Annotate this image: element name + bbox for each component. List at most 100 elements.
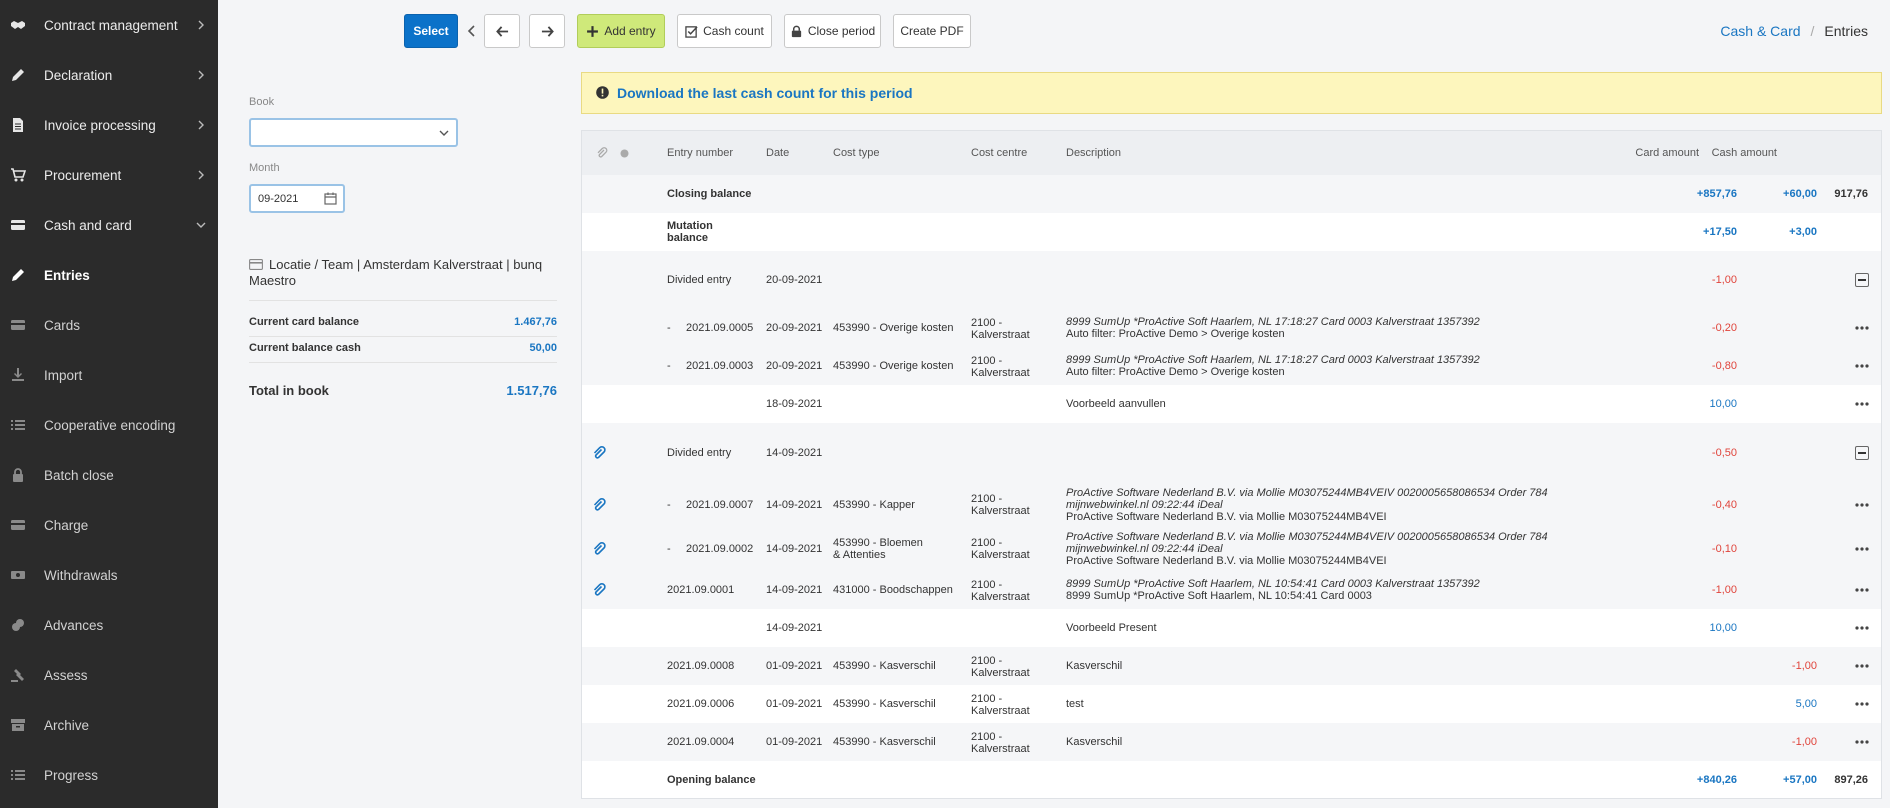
more-options-icon[interactable] (1855, 664, 1869, 668)
column-cost-centre[interactable]: Cost centre (971, 147, 1027, 159)
book-select[interactable] (249, 118, 458, 147)
list-icon (10, 767, 26, 783)
mutation-balance-row: Mutation balance +17,50 +3,00 (667, 220, 1817, 244)
sidebar-item-invoice-processing[interactable]: Invoice processing (0, 100, 218, 150)
location-name: Locatie / Team | Amsterdam Kalverstraat … (249, 257, 543, 288)
table-row[interactable]: - 2021.09.0005 20-09-2021 453990 - Overi… (582, 309, 1881, 347)
sidebar-item-procurement[interactable]: Procurement (0, 150, 218, 200)
archive-icon (10, 717, 26, 733)
paperclip-icon[interactable] (592, 542, 606, 556)
table-row[interactable]: 14-09-2021 Voorbeeld Present 10,00 (582, 609, 1881, 647)
table-row[interactable]: Divided entry 20-09-2021 -1,00 (582, 251, 1881, 309)
column-description[interactable]: Description (1066, 147, 1121, 159)
close-period-button[interactable]: Close period (784, 14, 881, 48)
collapse-icon[interactable] (1855, 273, 1869, 287)
gavel-icon (10, 667, 26, 683)
card-icon (10, 517, 26, 533)
sidebar-item-withdrawals[interactable]: Withdrawals (0, 550, 218, 600)
handshake-icon (10, 17, 26, 33)
download-cash-count-link[interactable]: Download the last cash count for this pe… (617, 85, 913, 101)
sidebar-item-advances[interactable]: Advances (0, 600, 218, 650)
add-entry-button[interactable]: Add entry (577, 14, 665, 48)
more-options-icon[interactable] (1855, 547, 1869, 551)
sidebar: Contract management Declaration Invoice … (0, 0, 218, 808)
more-options-icon[interactable] (1855, 402, 1869, 406)
table-header: Entry number Date Cost type Cost centre … (582, 131, 1881, 175)
breadcrumb-current: Entries (1824, 23, 1868, 39)
more-options-icon[interactable] (1855, 503, 1869, 507)
next-period-button[interactable] (529, 14, 565, 48)
column-entry-number[interactable]: Entry number (667, 147, 733, 159)
divider (249, 362, 557, 363)
calendar-icon[interactable] (324, 192, 337, 205)
select-button[interactable]: Select (404, 14, 458, 48)
divider (249, 300, 557, 301)
status-dot-icon (620, 149, 629, 158)
column-date[interactable]: Date (766, 147, 789, 159)
sidebar-item-declaration[interactable]: Declaration (0, 50, 218, 100)
import-icon (10, 367, 26, 383)
cash-count-banner: Download the last cash count for this pe… (581, 72, 1882, 114)
total-in-book: Total in book 1.517,76 (249, 383, 557, 398)
current-card-balance: Current card balance 1.467,76 (249, 316, 557, 328)
card-icon (10, 217, 26, 233)
more-options-icon[interactable] (1855, 740, 1869, 744)
pencil-icon (10, 67, 26, 83)
table-row[interactable]: Divided entry 14-09-2021 -0,50 (582, 423, 1881, 483)
month-label: Month (249, 162, 280, 174)
create-pdf-button[interactable]: Create PDF (893, 14, 971, 48)
chevron-right-icon (198, 70, 204, 80)
paperclip-icon[interactable] (592, 498, 606, 512)
table-row[interactable]: - 2021.09.0007 14-09-2021 453990 - Kappe… (582, 483, 1881, 527)
entries-table: Entry number Date Cost type Cost centre … (581, 130, 1882, 799)
sidebar-item-batch-close[interactable]: Batch close (0, 450, 218, 500)
sidebar-item-cards[interactable]: Cards (0, 300, 218, 350)
coins-icon (10, 617, 26, 633)
sidebar-item-contract-management[interactable]: Contract management (0, 0, 218, 50)
table-row[interactable]: 2021.09.0004 01-09-2021 453990 - Kasvers… (582, 723, 1881, 761)
column-cash-amount[interactable]: Cash amount (1667, 147, 1777, 159)
more-options-icon[interactable] (1855, 326, 1869, 330)
current-card-balance-value: 1.467,76 (514, 316, 557, 328)
arrow-right-icon (541, 25, 554, 37)
sidebar-item-cash-and-card[interactable]: Cash and card (0, 200, 218, 250)
arrow-left-icon (495, 25, 508, 37)
current-cash-balance: Current balance cash 50,00 (249, 342, 557, 354)
paperclip-icon[interactable] (592, 583, 606, 597)
current-cash-balance-value: 50,00 (529, 342, 557, 354)
sidebar-item-progress[interactable]: Progress (0, 750, 218, 800)
table-row[interactable]: - 2021.09.0002 14-09-2021 453990 - Bloem… (582, 527, 1881, 571)
table-row[interactable]: 2021.09.0006 01-09-2021 453990 - Kasvers… (582, 685, 1881, 723)
table-row[interactable]: - 2021.09.0003 20-09-2021 453990 - Overi… (582, 347, 1881, 385)
sidebar-item-assess[interactable]: Assess (0, 650, 218, 700)
paperclip-icon (597, 147, 608, 158)
chevron-right-icon (198, 20, 204, 30)
breadcrumb-link-cash-card[interactable]: Cash & Card (1720, 23, 1800, 39)
card-icon (249, 259, 263, 270)
table-row[interactable]: 2021.09.0001 14-09-2021 431000 - Boodsch… (582, 571, 1881, 609)
sidebar-item-charge[interactable]: Charge (0, 500, 218, 550)
more-options-icon[interactable] (1855, 588, 1869, 592)
sidebar-item-archive[interactable]: Archive (0, 700, 218, 750)
collapse-icon[interactable] (1855, 446, 1869, 460)
chevron-left-icon[interactable] (466, 24, 478, 38)
sidebar-item-entries[interactable]: Entries (0, 250, 218, 300)
more-options-icon[interactable] (1855, 626, 1869, 630)
month-input[interactable]: 09-2021 (249, 184, 345, 213)
cash-count-button[interactable]: Cash count (677, 14, 772, 48)
more-options-icon[interactable] (1855, 364, 1869, 368)
money-icon (10, 567, 26, 583)
chevron-right-icon (198, 120, 204, 130)
table-row[interactable]: 18-09-2021 Voorbeeld aanvullen 10,00 (582, 385, 1881, 423)
lock-icon (10, 467, 26, 483)
column-cost-type[interactable]: Cost type (833, 147, 879, 159)
sidebar-item-cooperative-encoding[interactable]: Cooperative encoding (0, 400, 218, 450)
more-options-icon[interactable] (1855, 702, 1869, 706)
lock-icon (791, 25, 801, 37)
sidebar-item-import[interactable]: Import (0, 350, 218, 400)
opening-balance-row: Opening balance +840,26 +57,00 897,26 (667, 774, 1868, 786)
previous-period-button[interactable] (484, 14, 520, 48)
paperclip-icon[interactable] (592, 446, 606, 460)
table-row[interactable]: 2021.09.0008 01-09-2021 453990 - Kasvers… (582, 647, 1881, 685)
breadcrumb: Cash & Card / Entries (1720, 23, 1868, 39)
